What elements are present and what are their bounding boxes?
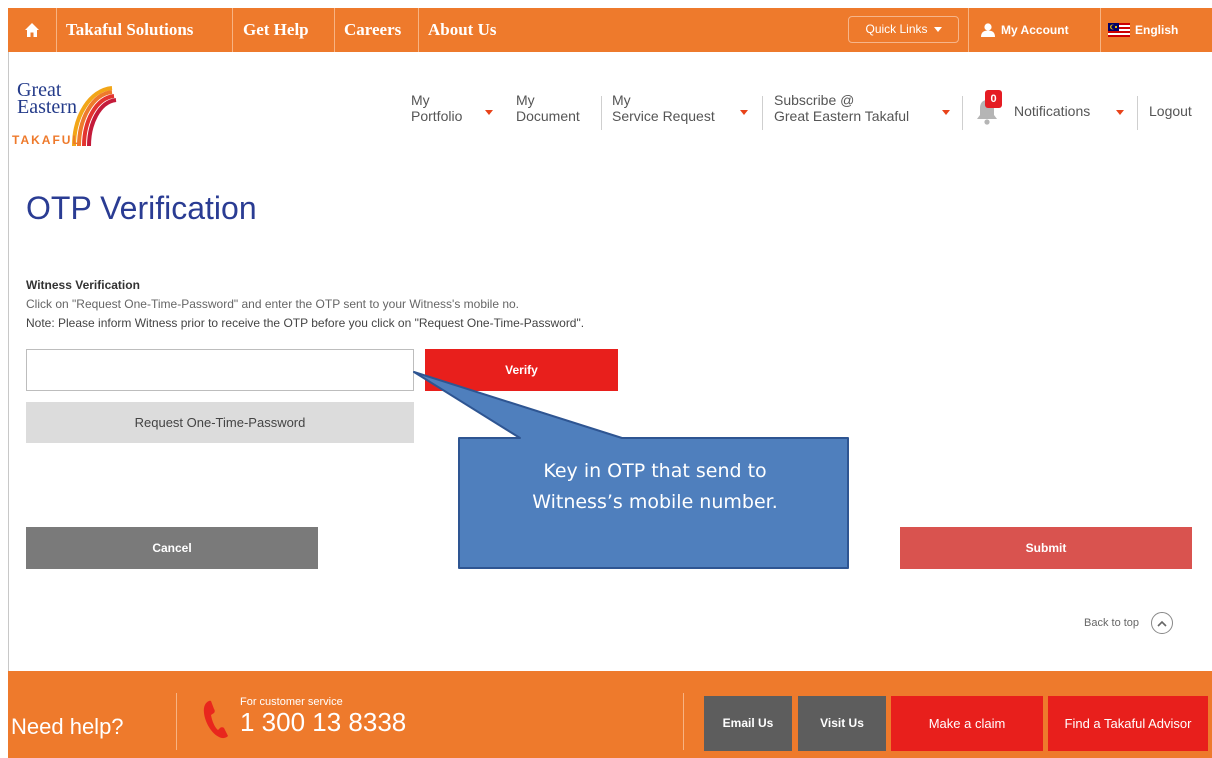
topbar-divider — [418, 8, 419, 52]
nav-divider — [962, 96, 963, 130]
submit-button[interactable]: Submit — [900, 527, 1192, 569]
note-text: Note: Please inform Witness prior to rec… — [26, 316, 585, 330]
nav-about-us[interactable]: About Us — [428, 8, 497, 52]
home-link[interactable] — [8, 8, 56, 52]
caret-down-icon[interactable] — [942, 110, 950, 115]
nav-takaful-solutions[interactable]: Takaful Solutions — [66, 8, 193, 52]
quick-links-label: Quick Links — [865, 22, 928, 36]
email-us-button[interactable]: Email Us — [704, 696, 792, 751]
nav-careers[interactable]: Careers — [344, 8, 401, 52]
footer-divider — [176, 693, 177, 750]
nav-divider — [762, 96, 763, 130]
callout-line-2: Witness’s mobile number. — [532, 491, 778, 513]
nav-my-document[interactable]: My Document — [516, 92, 580, 124]
nav-my-service-request-line1: My — [612, 92, 631, 108]
nav-my-portfolio-line1: My — [411, 92, 430, 108]
home-icon — [25, 23, 39, 37]
nav-notifications[interactable]: Notifications — [1014, 103, 1090, 119]
nav-my-document-line2: Document — [516, 108, 580, 124]
nav-divider — [1137, 96, 1138, 130]
quick-links-dropdown[interactable]: Quick Links — [848, 16, 959, 43]
cancel-button[interactable]: Cancel — [26, 527, 318, 569]
logo-text-takaful: TAKAFUL — [12, 133, 82, 147]
topbar-divider — [1100, 8, 1101, 52]
nav-my-service-request[interactable]: My Service Request — [612, 92, 715, 124]
chevron-up-icon — [1151, 612, 1174, 634]
notification-count-badge: 0 — [985, 90, 1002, 108]
need-help-heading: Need help? — [11, 714, 124, 739]
language-label: English — [1135, 23, 1179, 37]
nav-my-portfolio-line2: Portfolio — [411, 108, 463, 124]
nav-my-portfolio[interactable]: My Portfolio — [411, 92, 462, 124]
caret-down-icon[interactable] — [1116, 110, 1124, 115]
callout-line-1: Key in OTP that send to — [543, 460, 767, 482]
topbar-divider — [56, 8, 57, 52]
find-advisor-button[interactable]: Find a Takaful Advisor — [1048, 696, 1208, 751]
nav-subscribe[interactable]: Subscribe @ Great Eastern Takaful — [774, 92, 909, 124]
verify-button[interactable]: Verify — [425, 349, 618, 391]
nav-subscribe-line1: Subscribe @ — [774, 92, 855, 108]
logo-text-eastern: Eastern — [17, 96, 77, 118]
request-otp-button[interactable]: Request One-Time-Password — [26, 402, 414, 443]
instruction-text: Click on "Request One-Time-Password" and… — [26, 297, 520, 311]
nav-get-help[interactable]: Get Help — [243, 8, 309, 52]
nav-divider — [601, 96, 602, 130]
topbar-divider — [232, 8, 233, 52]
topbar-divider — [334, 8, 335, 52]
footer-divider — [683, 693, 684, 750]
witness-verification-heading: Witness Verification — [26, 278, 140, 292]
make-a-claim-button[interactable]: Make a claim — [891, 696, 1043, 751]
back-to-top-label: Back to top — [1084, 617, 1140, 629]
nav-my-document-line1: My — [516, 92, 535, 108]
callout-text: Key in OTP that send to Witness’s mobile… — [462, 456, 848, 518]
nav-subscribe-line2: Great Eastern Takaful — [774, 108, 910, 124]
otp-input[interactable] — [26, 349, 414, 391]
my-account-label: My Account — [1001, 23, 1069, 37]
caret-down-icon[interactable] — [485, 110, 493, 115]
user-icon — [981, 23, 995, 37]
caret-down-icon — [933, 27, 942, 33]
great-eastern-takaful-logo[interactable]: Great Eastern TAKAFUL — [12, 78, 132, 150]
nav-my-service-request-line2: Service Request — [612, 108, 715, 124]
page-title: OTP Verification — [26, 190, 257, 226]
back-to-top-link[interactable]: Back to top — [1084, 612, 1174, 634]
topbar-divider — [968, 8, 969, 52]
logout-link[interactable]: Logout — [1149, 103, 1192, 119]
my-account-link[interactable]: My Account — [980, 8, 1069, 52]
top-bar: Takaful Solutions Get Help Careers About… — [8, 8, 1212, 52]
customer-service-number[interactable]: 1 300 13 8338 — [240, 707, 406, 738]
language-selector[interactable]: English — [1108, 8, 1178, 52]
visit-us-button[interactable]: Visit Us — [798, 696, 886, 751]
phone-icon — [203, 700, 228, 739]
caret-down-icon[interactable] — [740, 110, 748, 115]
malaysia-flag-icon — [1108, 23, 1130, 37]
